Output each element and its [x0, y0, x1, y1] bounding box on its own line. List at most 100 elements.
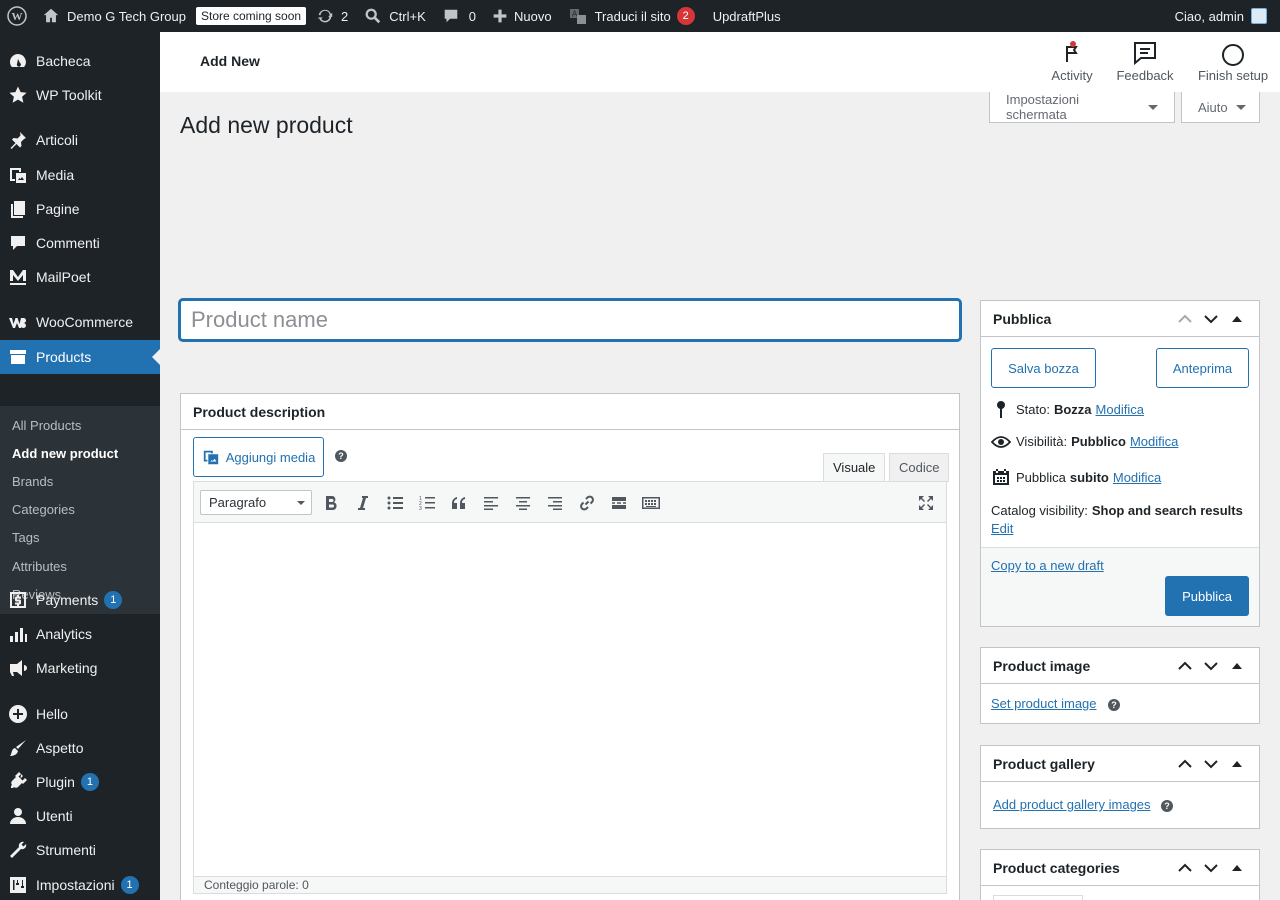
- sidebar-item-media[interactable]: Media: [0, 158, 160, 192]
- move-down-icon[interactable]: [1201, 754, 1221, 774]
- finish-setup-button[interactable]: Finish setup: [1196, 40, 1270, 83]
- sidebar-item-aspetto[interactable]: Aspetto: [0, 731, 160, 765]
- product-gallery-header: Product gallery: [981, 746, 1259, 782]
- move-up-icon[interactable]: [1175, 858, 1195, 878]
- toggle-panel-icon[interactable]: [1227, 858, 1247, 878]
- updraftplus-link[interactable]: UpdraftPlus: [703, 0, 789, 32]
- eye-icon: [991, 435, 1011, 449]
- submenu-attributes[interactable]: Attributes: [12, 559, 67, 574]
- help-icon[interactable]: ?: [1108, 699, 1120, 711]
- sidebar-item-payments[interactable]: Payments 1: [0, 583, 160, 617]
- bullet-list-icon[interactable]: [383, 491, 407, 515]
- sidebar-item-woocommerce[interactable]: WooCommerce: [0, 305, 160, 339]
- sidebar-item-hello[interactable]: Hello: [0, 697, 160, 731]
- align-left-icon[interactable]: [479, 491, 503, 515]
- sidebar-item-products[interactable]: Products: [0, 340, 160, 374]
- copy-to-draft-link[interactable]: Copy to a new draft: [991, 558, 1104, 573]
- tab-code[interactable]: Codice: [889, 453, 950, 482]
- sidebar-item-wp-toolkit[interactable]: WP Toolkit: [0, 78, 160, 112]
- publish-button[interactable]: Pubblica: [1165, 576, 1249, 616]
- toggle-panel-icon[interactable]: [1227, 656, 1247, 676]
- sidebar-item-marketing[interactable]: Marketing: [0, 651, 160, 685]
- plus-icon: [492, 8, 508, 24]
- tab-visual[interactable]: Visuale: [823, 453, 886, 482]
- add-media-button[interactable]: Aggiungi media: [193, 437, 324, 477]
- numbered-list-icon[interactable]: 123: [415, 491, 439, 515]
- woocommerce-header: Add New Activity Feedback Finish setup: [160, 32, 1280, 92]
- link-icon[interactable]: [575, 491, 599, 515]
- category-tabs: [993, 895, 1083, 900]
- visibility-row: Visibilità: Pubblico Modifica: [991, 434, 1178, 449]
- feedback-button[interactable]: Feedback: [1114, 40, 1176, 83]
- format-select[interactable]: Paragrafo: [200, 490, 312, 515]
- save-draft-button[interactable]: Salva bozza: [991, 348, 1096, 388]
- sidebar-item-pagine[interactable]: Pagine: [0, 192, 160, 226]
- align-center-icon[interactable]: [511, 491, 535, 515]
- site-name-link[interactable]: Demo G Tech Group: [34, 0, 194, 32]
- align-right-icon[interactable]: [543, 491, 567, 515]
- search-shortcut: Ctrl+K: [389, 8, 426, 24]
- preview-button[interactable]: Anteprima: [1156, 348, 1249, 388]
- sidebar-item-mailpoet[interactable]: MailPoet: [0, 260, 160, 294]
- help-button[interactable]: Aiuto: [1181, 92, 1260, 123]
- sidebar-item-utenti[interactable]: Utenti: [0, 799, 160, 833]
- catalog-visibility-row: Catalog visibility: Shop and search resu…: [991, 503, 1247, 518]
- comment-icon: [8, 233, 28, 253]
- blockquote-icon[interactable]: [447, 491, 471, 515]
- edit-status-link[interactable]: Modifica: [1096, 402, 1144, 417]
- store-status-badge[interactable]: Store coming soon: [194, 0, 308, 32]
- edit-publish-date-link[interactable]: Modifica: [1113, 470, 1161, 485]
- activity-button[interactable]: Activity: [1048, 40, 1096, 83]
- plugin-count-badge: 1: [80, 773, 99, 791]
- translate-link[interactable]: A Traduci il sito 2: [560, 0, 703, 32]
- command-search[interactable]: Ctrl+K: [356, 0, 433, 32]
- move-down-icon[interactable]: [1201, 858, 1221, 878]
- wordpress-logo-icon[interactable]: W: [0, 0, 34, 32]
- toggle-panel-icon[interactable]: [1227, 309, 1247, 329]
- catalog-visibility-edit-link[interactable]: Edit: [991, 521, 1013, 536]
- toggle-panel-icon[interactable]: [1227, 754, 1247, 774]
- updates-count: 2: [341, 8, 349, 24]
- comments-link[interactable]: 0: [434, 0, 484, 32]
- sidebar-item-strumenti[interactable]: Strumenti: [0, 833, 160, 867]
- keyboard-icon[interactable]: [639, 491, 663, 515]
- help-icon[interactable]: ?: [335, 450, 347, 462]
- submenu-tags[interactable]: Tags: [12, 530, 39, 545]
- product-name-input[interactable]: [179, 299, 961, 341]
- plus-circle-icon: [8, 704, 28, 724]
- italic-icon[interactable]: [351, 491, 375, 515]
- help-label: Aiuto: [1198, 99, 1228, 115]
- add-media-icon: [202, 448, 220, 466]
- search-icon: [364, 7, 382, 25]
- help-icon[interactable]: ?: [1161, 800, 1173, 812]
- sidebar-item-analytics[interactable]: Analytics: [0, 617, 160, 651]
- move-down-icon[interactable]: [1201, 656, 1221, 676]
- submenu-all-products[interactable]: All Products: [12, 418, 81, 433]
- edit-visibility-link[interactable]: Modifica: [1130, 434, 1178, 449]
- content-editor[interactable]: [193, 523, 947, 877]
- screen-options-button[interactable]: Impostazioni schermata: [989, 92, 1175, 123]
- fullscreen-icon[interactable]: [914, 491, 938, 515]
- sidebar-item-bacheca[interactable]: Bacheca: [0, 44, 160, 78]
- my-account-link[interactable]: Ciao, admin: [1167, 0, 1280, 32]
- sidebar-item-commenti[interactable]: Commenti: [0, 226, 160, 260]
- move-up-icon[interactable]: [1175, 309, 1195, 329]
- read-more-icon[interactable]: [607, 491, 631, 515]
- updates-link[interactable]: 2: [308, 0, 356, 32]
- status-value: Bozza: [1053, 401, 1092, 417]
- set-product-image-link[interactable]: Set product image: [991, 696, 1097, 711]
- submenu-add-new-product[interactable]: Add new product: [12, 446, 118, 461]
- new-content-link[interactable]: Nuovo: [484, 0, 560, 32]
- submenu-brands[interactable]: Brands: [12, 474, 53, 489]
- bold-icon[interactable]: [319, 491, 343, 515]
- submenu-categories[interactable]: Categories: [12, 502, 75, 517]
- sidebar-item-impostazioni[interactable]: Impostazioni 1: [0, 868, 160, 900]
- sidebar-item-articoli[interactable]: Articoli: [0, 123, 160, 157]
- add-gallery-images-link[interactable]: Add product gallery images: [993, 797, 1151, 812]
- move-down-icon[interactable]: [1201, 309, 1221, 329]
- sidebar-item-label: WooCommerce: [36, 314, 133, 330]
- status-row: Stato: Bozza Modifica: [991, 400, 1144, 418]
- move-up-icon[interactable]: [1175, 754, 1195, 774]
- sidebar-item-plugin[interactable]: Plugin 1: [0, 765, 160, 799]
- move-up-icon[interactable]: [1175, 656, 1195, 676]
